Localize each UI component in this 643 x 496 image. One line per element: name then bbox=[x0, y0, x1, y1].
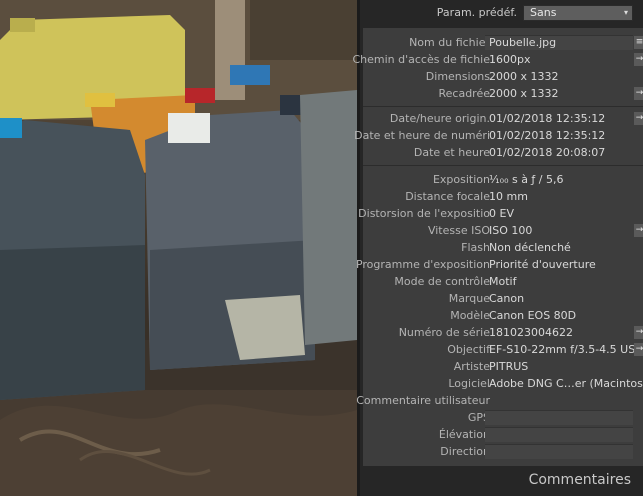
make-label: Marque bbox=[448, 292, 490, 305]
meta-row-serial: Numéro de série 181023004622 → bbox=[363, 324, 643, 341]
exposure-value: ¹⁄₁₀₀ s à ƒ / 5,6 bbox=[489, 173, 564, 186]
focal-length-label: Distance focale bbox=[405, 190, 490, 203]
comments-panel-header[interactable]: Commentaires bbox=[360, 466, 643, 496]
cropped-label: Recadrée bbox=[438, 87, 490, 100]
date-arrow-icon[interactable]: → bbox=[634, 112, 643, 125]
metadata-list: Nom du fichier Poubelle.jpg ≡ Chemin d'a… bbox=[352, 28, 643, 466]
filename-value[interactable]: Poubelle.jpg bbox=[489, 34, 556, 51]
meta-row-folder: Chemin d'accès de fichie 1600px → bbox=[352, 51, 643, 68]
preset-select[interactable]: Sans ▾ bbox=[523, 5, 633, 21]
artist-label: Artiste bbox=[453, 360, 490, 373]
meta-row-direction: Direction bbox=[363, 443, 643, 460]
program-value: Priorité d'ouverture bbox=[489, 258, 596, 271]
separator bbox=[363, 106, 643, 107]
meta-row-metering: Mode de contrôle Motif bbox=[363, 273, 643, 290]
artist-value: PITRUS bbox=[489, 360, 529, 373]
meta-row-altitude: Élévation bbox=[363, 426, 643, 443]
separator bbox=[363, 165, 643, 166]
user-comment-label: Commentaire utilisateur bbox=[356, 394, 490, 407]
comments-title: Commentaires bbox=[528, 472, 631, 488]
date-time-value: 01/02/2018 20:08:07 bbox=[489, 146, 606, 159]
flash-label: Flash bbox=[461, 241, 490, 254]
chevron-down-icon: ▾ bbox=[623, 8, 628, 17]
date-digitized-label: Date et heure de numéri bbox=[354, 129, 490, 142]
folder-value: 1600px bbox=[489, 53, 531, 66]
meta-row-date-time: Date et heure 01/02/2018 20:08:07 bbox=[363, 144, 643, 161]
exposure-bias-value: 0 EV bbox=[489, 207, 514, 220]
metering-value: Motif bbox=[489, 275, 517, 288]
iso-arrow-icon[interactable]: → bbox=[634, 224, 643, 237]
exposure-bias-label: Distorsion de l'expositio bbox=[358, 207, 490, 220]
metering-label: Mode de contrôle bbox=[394, 275, 490, 288]
go-to-crop-arrow-icon[interactable]: → bbox=[634, 87, 643, 100]
direction-label: Direction bbox=[440, 445, 490, 458]
meta-row-program: Programme d'exposition Priorité d'ouvert… bbox=[356, 256, 643, 273]
meta-row-exposure-bias: Distorsion de l'expositio 0 EV bbox=[358, 205, 643, 222]
meta-row-cropped: Recadrée 2000 x 1332 → bbox=[363, 85, 643, 102]
altitude-field[interactable] bbox=[485, 427, 633, 442]
meta-row-filename: Nom du fichier Poubelle.jpg ≡ bbox=[363, 34, 643, 51]
iso-label: Vitesse ISO bbox=[427, 224, 490, 237]
meta-row-gps: GPS bbox=[363, 409, 643, 426]
meta-row-focal-length: Distance focale 10 mm bbox=[363, 188, 643, 205]
meta-row-dimensions: Dimensions 2000 x 1332 bbox=[363, 68, 643, 85]
meta-row-user-comment: Commentaire utilisateur bbox=[356, 392, 643, 409]
photo-image bbox=[0, 0, 357, 496]
program-label: Programme d'exposition bbox=[355, 258, 490, 271]
focal-length-value: 10 mm bbox=[489, 190, 528, 203]
metadata-panel: Param. prédéf. Sans ▾ Nom du fichier Pou… bbox=[352, 0, 643, 496]
model-label: Modèle bbox=[450, 309, 490, 322]
photo-preview bbox=[0, 0, 357, 496]
go-to-folder-arrow-icon[interactable]: → bbox=[634, 53, 643, 66]
serial-arrow-icon[interactable]: → bbox=[634, 326, 643, 339]
altitude-label: Élévation bbox=[438, 428, 490, 441]
meta-row-artist: Artiste PITRUS bbox=[363, 358, 643, 375]
software-label: Logiciel bbox=[448, 377, 490, 390]
meta-row-software: Logiciel Adobe DNG C…er (Macintosh) bbox=[363, 375, 643, 392]
lens-value: EF-S10-22mm f/3.5-4.5 USM bbox=[489, 343, 643, 356]
serial-label: Numéro de série bbox=[398, 326, 490, 339]
meta-row-flash: Flash Non déclenché bbox=[363, 239, 643, 256]
meta-row-exposure: Exposition ¹⁄₁₀₀ s à ƒ / 5,6 bbox=[363, 171, 643, 188]
lens-label: Objectif bbox=[447, 343, 490, 356]
serial-value: 181023004622 bbox=[489, 326, 573, 339]
meta-row-make: Marque Canon bbox=[363, 290, 643, 307]
meta-row-date-digitized: Date et heure de numéri 01/02/2018 12:35… bbox=[354, 127, 643, 144]
preset-value: Sans bbox=[530, 6, 557, 19]
cropped-value: 2000 x 1332 bbox=[489, 87, 559, 100]
flash-value: Non déclenché bbox=[489, 241, 571, 254]
lens-arrow-icon[interactable]: → bbox=[634, 343, 643, 356]
exposure-label: Exposition bbox=[432, 173, 490, 186]
date-original-value: 01/02/2018 12:35:12 bbox=[489, 112, 606, 125]
software-value: Adobe DNG C…er (Macintosh) bbox=[489, 377, 643, 390]
date-time-label: Date et heure bbox=[413, 146, 490, 159]
folder-label: Chemin d'accès de fichie bbox=[352, 53, 490, 66]
meta-row-date-original: Date/heure origin. 01/02/2018 12:35:12 → bbox=[363, 110, 643, 127]
meta-row-iso: Vitesse ISO ISO 100 → bbox=[363, 222, 643, 239]
meta-row-model: Modèle Canon EOS 80D bbox=[363, 307, 643, 324]
make-value: Canon bbox=[489, 292, 525, 305]
preset-row: Param. prédéf. Sans ▾ bbox=[360, 4, 640, 22]
list-icon[interactable]: ≡ bbox=[634, 36, 643, 49]
model-value: Canon EOS 80D bbox=[489, 309, 577, 322]
meta-row-lens: Objectif EF-S10-22mm f/3.5-4.5 USM → bbox=[363, 341, 643, 358]
preset-label: Param. prédéf. bbox=[436, 6, 517, 19]
dimensions-value: 2000 x 1332 bbox=[489, 70, 559, 83]
dimensions-label: Dimensions bbox=[425, 70, 490, 83]
date-original-label: Date/heure origin. bbox=[389, 112, 490, 125]
direction-field[interactable] bbox=[485, 444, 633, 459]
iso-value: ISO 100 bbox=[489, 224, 533, 237]
filename-label: Nom du fichier bbox=[409, 36, 490, 49]
gps-field[interactable] bbox=[485, 410, 633, 425]
date-digitized-value: 01/02/2018 12:35:12 bbox=[489, 129, 606, 142]
